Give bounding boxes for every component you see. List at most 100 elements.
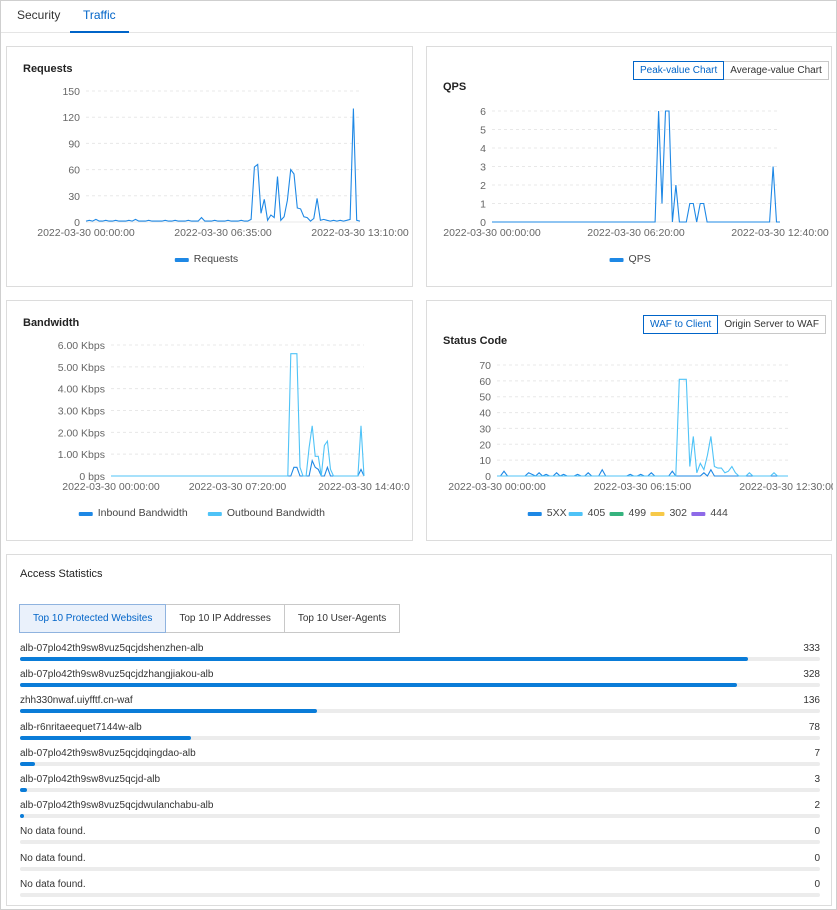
list-item: alb-07plo42th9sw8vuz5qcjdqingdao-alb 7 — [20, 743, 820, 769]
legend-item[interactable]: 444 — [710, 507, 728, 519]
y-tick-label: 1 — [480, 199, 486, 211]
requests-card: Requests 150 120 90 60 30 0 2022-03-30 00:00:0… — [6, 46, 413, 287]
x-tick-label: 2022-03-30 12:40:00 — [731, 227, 829, 239]
progress-fill — [20, 709, 318, 714]
progress-track — [20, 683, 820, 688]
x-tick-label: 2022-03-30 06:15:00 — [594, 481, 692, 493]
list-item-label: No data found. — [20, 826, 86, 838]
access-statistics-title: Access Statistics — [20, 568, 103, 580]
y-tick-label: 20 — [479, 439, 491, 451]
legend-swatch — [207, 512, 222, 516]
progress-track — [20, 840, 820, 845]
list-item-count: 78 — [808, 721, 820, 733]
y-tick-label: 2.00 Kbps — [58, 427, 105, 439]
list-item: No data found. 0 — [20, 874, 820, 900]
list-item-label: alb-07plo42th9sw8vuz5qcjdzhangjiakou-alb — [20, 669, 214, 681]
legend-swatch — [527, 512, 542, 516]
tab-top-10-ip-addresses[interactable]: Top 10 IP Addresses — [166, 604, 285, 633]
list-item-label: No data found. — [20, 878, 86, 890]
x-tick-label: 2022-03-30 00:00:00 — [443, 227, 541, 239]
legend-item[interactable]: 302 — [669, 507, 687, 519]
y-tick-label: 3.00 Kbps — [58, 406, 105, 418]
x-tick-label: 2022-03-30 06:35:00 — [174, 227, 272, 239]
y-tick-label: 1.00 Kbps — [58, 449, 105, 461]
legend-swatch — [78, 512, 93, 516]
series-line — [497, 378, 788, 477]
list-item-label: alb-07plo42th9sw8vuz5qcjdshenzhen-alb — [20, 643, 204, 654]
series-line — [111, 458, 365, 477]
tab-top-10-protected-websites[interactable]: Top 10 Protected Websites — [19, 604, 167, 633]
y-tick-label: 120 — [62, 112, 80, 124]
list-item-count: 2 — [814, 800, 820, 812]
tab-top-10-user-agents[interactable]: Top 10 User-Agents — [284, 604, 401, 633]
x-tick-label: 2022-03-30 14:40:0 — [318, 481, 410, 493]
y-tick-label: 5.00 Kbps — [58, 362, 105, 374]
list-item: alb-07plo42th9sw8vuz5qcjdwulanchabu-alb 2 — [20, 795, 820, 821]
list-item-label: alb-07plo42th9sw8vuz5qcjdwulanchabu-alb — [20, 800, 214, 812]
y-tick-label: 60 — [479, 376, 491, 388]
y-tick-label: 6 — [480, 106, 486, 118]
y-tick-label: 6.00 Kbps — [58, 340, 105, 352]
x-tick-label: 2022-03-30 00:00:00 — [448, 481, 546, 493]
progress-fill — [20, 814, 25, 819]
legend-item[interactable]: QPS — [629, 253, 651, 265]
list-item: alb-07plo42th9sw8vuz5qcjdzhangjiakou-alb… — [20, 664, 820, 690]
progress-fill — [20, 735, 191, 740]
list-item-count: 7 — [814, 747, 820, 759]
y-tick-label: 5 — [480, 125, 486, 137]
list-item-count: 3 — [814, 773, 820, 785]
legend-swatch — [609, 512, 624, 516]
legend-item[interactable]: Inbound Bandwidth — [98, 507, 188, 519]
progress-track — [20, 709, 820, 714]
progress-track — [20, 657, 820, 661]
list-item-count: 328 — [803, 669, 820, 681]
series-line — [85, 108, 361, 222]
status-code-card: WAF to Client Origin Server to WAF Statu… — [426, 300, 833, 541]
tab-traffic[interactable]: Traffic — [70, 1, 129, 33]
y-tick-label: 4.00 Kbps — [58, 384, 105, 396]
legend-swatch — [568, 512, 583, 516]
legend-item[interactable]: 499 — [629, 507, 647, 519]
status-code-chart: 7060504030201002022-03-30 00:00:00 2022-0… — [448, 360, 833, 519]
access-list: alb-07plo42th9sw8vuz5qcjdshenzhen-alb 333… — [20, 638, 820, 900]
y-tick-label: 90 — [68, 138, 80, 150]
y-tick-label: 40 — [479, 408, 491, 420]
legend-item[interactable]: 5XX — [547, 507, 567, 519]
progress-track — [20, 761, 820, 766]
y-tick-label: 70 — [479, 360, 491, 372]
list-item-count: 0 — [814, 878, 820, 890]
x-tick-label: 2022-03-30 12:30:00 — [739, 481, 833, 493]
list-item: No data found. 0 — [20, 821, 820, 847]
y-tick-label: 50 — [479, 392, 491, 404]
y-tick-label: 10 — [479, 455, 491, 467]
qps-chart: 65432102022-03-30 00:00:00 2022-03-30 06:… — [443, 106, 829, 265]
legend-swatch — [609, 258, 624, 262]
y-tick-label: 60 — [68, 165, 80, 177]
legend-item[interactable]: Requests — [194, 253, 238, 265]
progress-fill — [20, 761, 36, 766]
list-item-label: No data found. — [20, 852, 86, 864]
list-item: alb-07plo42th9sw8vuz5qcjdshenzhen-alb 333 — [20, 638, 820, 664]
legend-swatch — [174, 258, 189, 262]
list-item: alb-r6nritaeequet7144w-alb 78 — [20, 717, 820, 743]
progress-fill — [20, 683, 738, 688]
progress-fill — [20, 657, 748, 661]
progress-track — [20, 892, 820, 897]
legend-swatch — [650, 512, 665, 516]
list-item-label: alb-r6nritaeequet7144w-alb — [20, 721, 142, 733]
x-tick-label: 2022-03-30 06:20:00 — [587, 227, 685, 239]
access-statistics-tabs: Top 10 Protected Websites Top 10 IP Addr… — [19, 604, 401, 633]
requests-chart: 15012090603002022-03-30 00:00:00 2022-03-… — [37, 86, 409, 265]
bandwidth-card: Bandwidth 6.00 Kbps 5.00 Kbps 4.00 Kbps 3.0… — [6, 300, 413, 541]
x-tick-label: 2022-03-30 00:00:00 — [37, 227, 135, 239]
legend-item[interactable]: Outbound Bandwidth — [227, 507, 325, 519]
y-tick-label: 150 — [62, 86, 80, 98]
legend-item[interactable]: 405 — [588, 507, 606, 519]
list-item-label: alb-07plo42th9sw8vuz5qcjd-alb — [20, 773, 161, 785]
list-item: zhh330nwaf.uiyfftf.cn-waf 136 — [20, 690, 820, 716]
x-tick-label: 2022-03-30 13:10:00 — [311, 227, 409, 239]
y-tick-label: 4 — [480, 143, 486, 155]
tab-security[interactable]: Security — [17, 1, 60, 33]
legend-swatch — [691, 512, 706, 516]
qps-card: Peak-value Chart Average-value Chart QPS… — [426, 46, 832, 287]
